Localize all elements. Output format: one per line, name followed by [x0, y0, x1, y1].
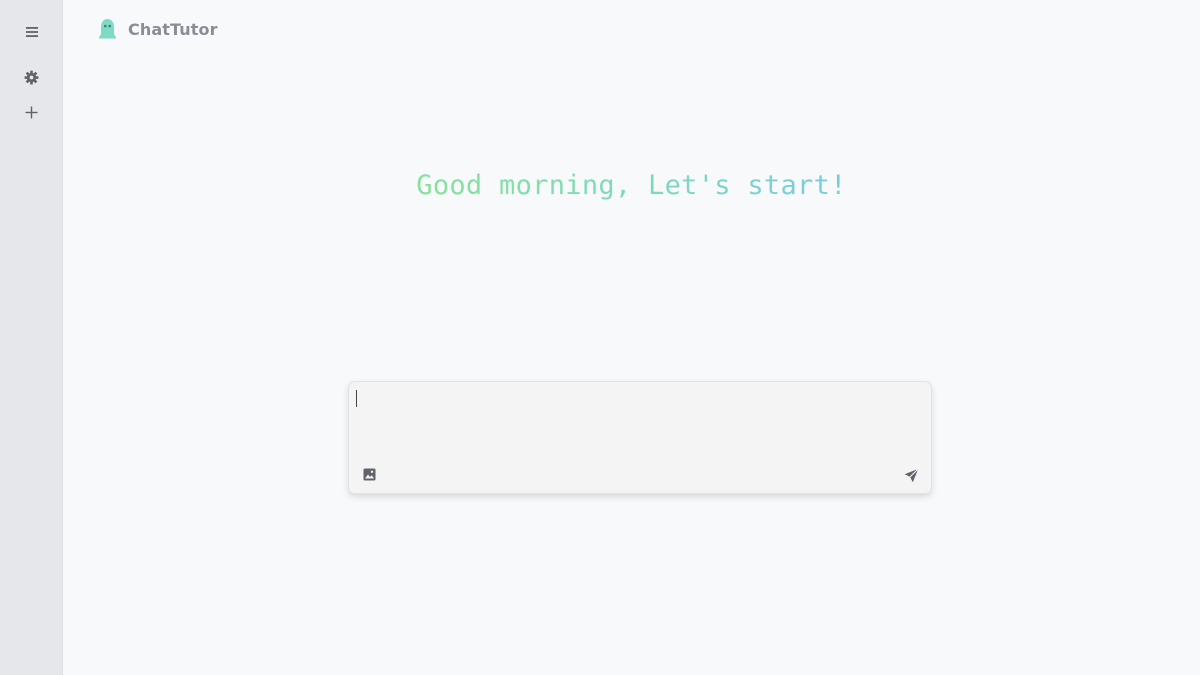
message-input[interactable]: [355, 388, 925, 448]
message-composer: [348, 381, 932, 494]
new-chat-button[interactable]: [16, 100, 47, 124]
image-icon: [363, 468, 375, 480]
send-icon: [904, 467, 919, 482]
app-name: ChatTutor: [128, 19, 218, 39]
gear-icon: [24, 70, 39, 84]
text-caret: [356, 390, 357, 407]
attach-image-button[interactable]: [361, 466, 377, 482]
plus-icon: [25, 106, 38, 118]
send-button[interactable]: [902, 466, 920, 484]
menu-toggle-button[interactable]: [16, 20, 47, 44]
sidebar: [0, 0, 63, 675]
ghost-logo-icon: [98, 19, 117, 39]
brand: ChatTutor: [98, 17, 218, 41]
hamburger-menu-icon: [25, 27, 38, 37]
greeting-heading: Good morning, Let's start!: [63, 166, 1200, 206]
settings-button[interactable]: [16, 65, 47, 89]
greeting-text: Good morning, Let's start!: [416, 170, 847, 201]
